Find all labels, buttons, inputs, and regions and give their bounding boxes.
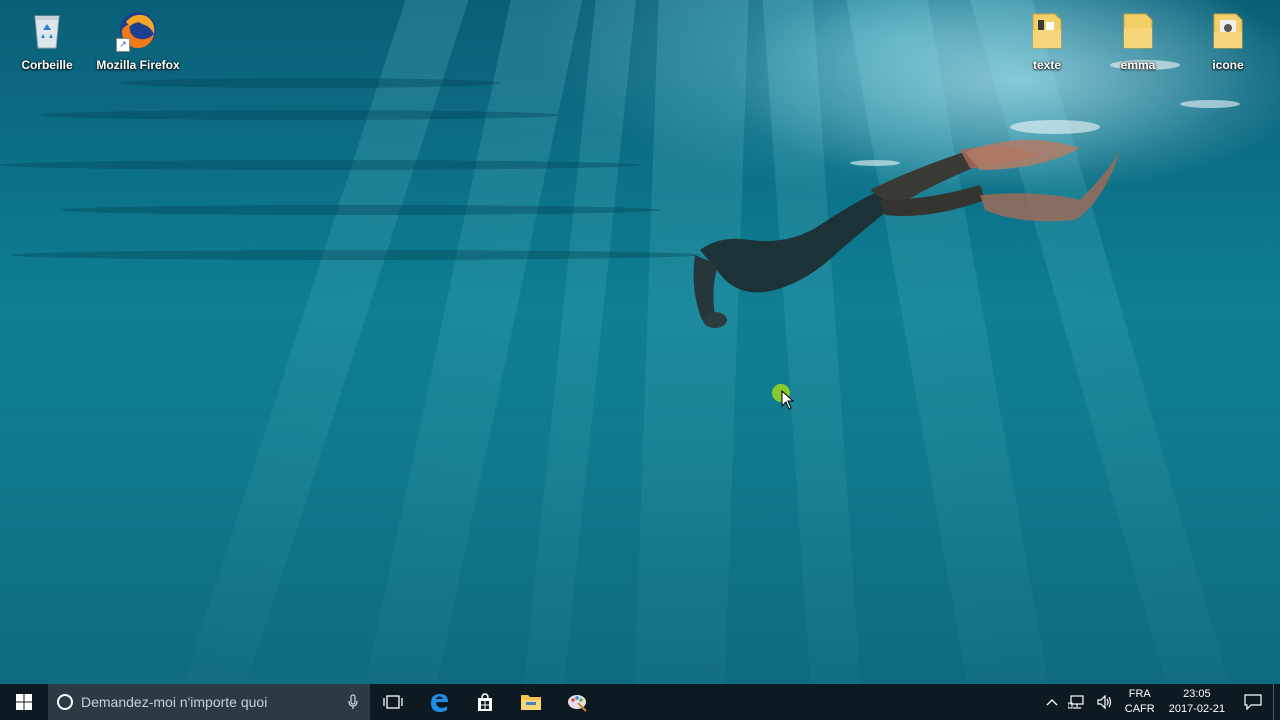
speaker-icon bbox=[1097, 694, 1111, 710]
cortana-icon bbox=[57, 694, 73, 710]
show-hidden-icons-button[interactable] bbox=[1041, 684, 1063, 720]
desktop-icon-folder-icone[interactable]: icone bbox=[1183, 8, 1273, 72]
keyboard-layout: CAFR bbox=[1124, 703, 1155, 715]
light-ray bbox=[760, 0, 865, 684]
input-language-indicator[interactable]: FRA CAFR bbox=[1119, 687, 1161, 717]
taskbar: Demandez-moi n'importe quoi FRA CAFR 23:… bbox=[0, 684, 1280, 720]
light-ray bbox=[632, 0, 750, 684]
surface-glint bbox=[1180, 100, 1240, 108]
chevron-up-icon bbox=[1046, 699, 1058, 706]
network-button[interactable] bbox=[1063, 684, 1091, 720]
network-icon bbox=[1067, 695, 1084, 709]
desktop-icon-label: Mozilla Firefox bbox=[96, 58, 180, 72]
shortcut-arrow-icon: ↗ bbox=[116, 38, 130, 52]
surface-ripple bbox=[40, 110, 560, 120]
windows-logo-icon bbox=[16, 694, 32, 710]
desktop-icon-folder-texte[interactable]: texte bbox=[1002, 8, 1092, 72]
desktop-icon-label: Corbeille bbox=[21, 58, 73, 72]
search-placeholder: Demandez-moi n'importe quoi bbox=[81, 694, 268, 710]
desktop-icon-label: texte bbox=[1032, 58, 1061, 72]
swimmer-image bbox=[693, 139, 1120, 328]
folder-icon bbox=[1025, 8, 1069, 52]
taskbar-file-explorer-button[interactable] bbox=[508, 684, 554, 720]
language-code: FRA bbox=[1128, 688, 1151, 700]
task-view-button[interactable] bbox=[370, 684, 416, 720]
firefox-icon: ↗ bbox=[116, 8, 160, 52]
recycle-bin-icon bbox=[25, 8, 69, 52]
mouse-cursor-icon bbox=[781, 390, 795, 410]
desktop-icon-folder-emma[interactable]: emma bbox=[1093, 8, 1183, 72]
surface-ripple bbox=[0, 160, 640, 170]
clock-time: 23:05 bbox=[1183, 688, 1211, 700]
system-tray: FRA CAFR 23:05 2017-02-21 bbox=[1041, 684, 1280, 720]
volume-button[interactable] bbox=[1091, 684, 1119, 720]
clock-date: 2017-02-21 bbox=[1168, 703, 1225, 715]
folder-icon bbox=[1116, 8, 1160, 52]
desktop-icon-label: emma bbox=[1120, 58, 1156, 72]
cortana-search-box[interactable]: Demandez-moi n'importe quoi bbox=[48, 684, 370, 720]
desktop-icon-label: icone bbox=[1212, 58, 1244, 72]
surface-ripple bbox=[10, 250, 700, 260]
taskbar-paint-button[interactable] bbox=[554, 684, 600, 720]
desktop-background[interactable]: Corbeille ↗ Mozilla Firefox texte emma i… bbox=[0, 0, 1280, 684]
clock[interactable]: 23:05 2017-02-21 bbox=[1161, 687, 1233, 717]
start-button[interactable] bbox=[0, 684, 48, 720]
folder-icon bbox=[521, 695, 541, 710]
store-icon bbox=[478, 693, 492, 711]
folder-icon bbox=[1206, 8, 1250, 52]
paint-icon bbox=[568, 695, 587, 712]
surface-ripple bbox=[120, 78, 500, 88]
desktop-icon-firefox[interactable]: ↗ Mozilla Firefox bbox=[93, 8, 183, 72]
desktop-icon-recycle-bin[interactable]: Corbeille bbox=[2, 8, 92, 72]
taskbar-edge-button[interactable] bbox=[416, 684, 462, 720]
surface-ripple bbox=[60, 205, 660, 215]
edge-icon bbox=[431, 694, 448, 712]
task-view-icon bbox=[383, 695, 403, 709]
taskbar-store-button[interactable] bbox=[462, 684, 508, 720]
show-desktop-button[interactable] bbox=[1273, 684, 1280, 720]
microphone-icon[interactable] bbox=[348, 694, 358, 710]
notification-icon bbox=[1244, 694, 1262, 710]
action-center-button[interactable] bbox=[1233, 684, 1273, 720]
